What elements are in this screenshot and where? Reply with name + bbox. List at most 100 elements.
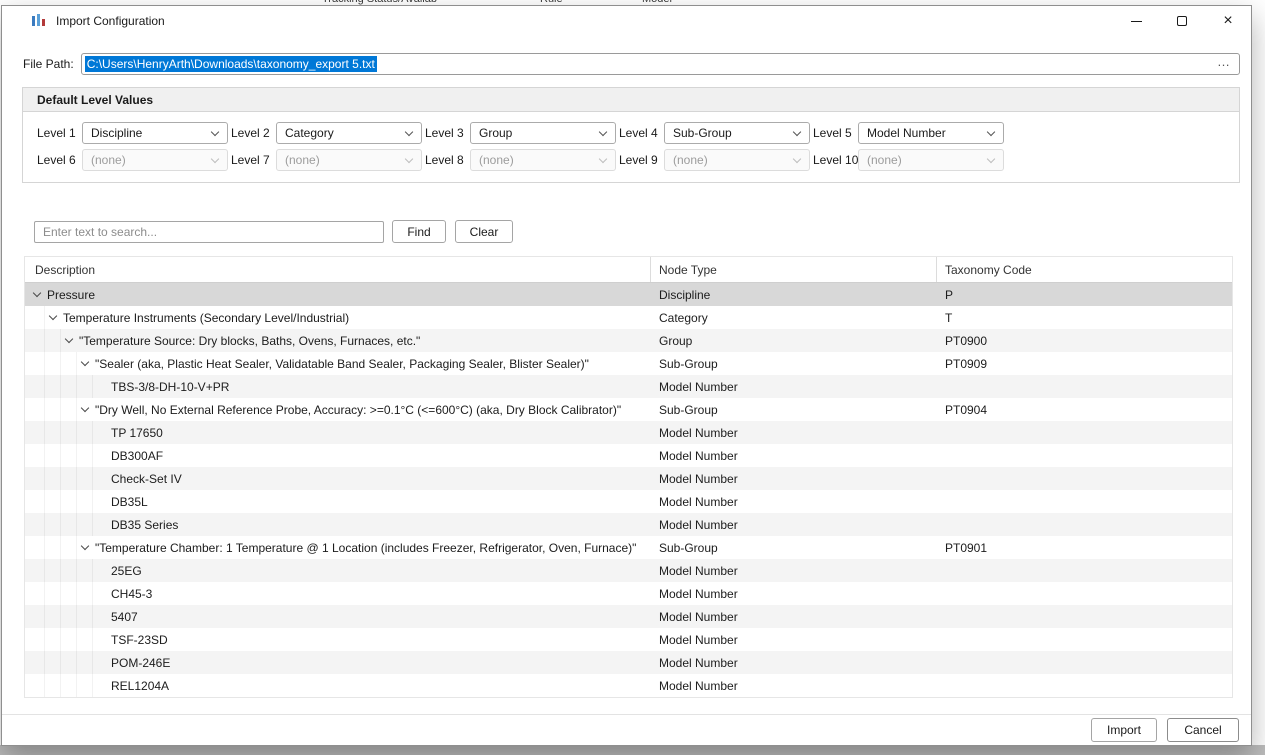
chevron-expand-icon[interactable] bbox=[77, 352, 93, 375]
chevron-expand-icon[interactable] bbox=[29, 283, 45, 306]
chevron-expand-icon[interactable] bbox=[45, 306, 61, 329]
tree-row[interactable]: "Temperature Chamber: 1 Temperature @ 1 … bbox=[25, 536, 1232, 559]
clear-button[interactable]: Clear bbox=[455, 220, 513, 243]
chevron-expand-icon bbox=[93, 582, 109, 605]
tree-indent-guide bbox=[77, 651, 93, 674]
tree-row[interactable]: Temperature Instruments (Secondary Level… bbox=[25, 306, 1232, 329]
tree-indent-guide bbox=[29, 536, 45, 559]
grid-body: Pressure Discipline P Temperature Instru… bbox=[25, 283, 1232, 697]
level-combo-level-7: (none) bbox=[276, 149, 422, 171]
level-field: Level 10 (none) bbox=[813, 149, 1007, 171]
tree-row[interactable]: DB300AF Model Number bbox=[25, 444, 1232, 467]
level-combo-level-3[interactable]: Group bbox=[470, 122, 616, 144]
description-text: Temperature Instruments (Secondary Level… bbox=[61, 311, 349, 325]
tree-row[interactable]: "Sealer (aka, Plastic Heat Sealer, Valid… bbox=[25, 352, 1232, 375]
level-combo-value: (none) bbox=[285, 153, 320, 167]
tree-row[interactable]: REL1204A Model Number bbox=[25, 674, 1232, 697]
tree-row[interactable]: TP 17650 Model Number bbox=[25, 421, 1232, 444]
cell-description: Pressure bbox=[25, 283, 651, 306]
tree-row[interactable]: DB35L Model Number bbox=[25, 490, 1232, 513]
tree-indent-guide bbox=[45, 398, 61, 421]
tree-row[interactable]: TSF-23SD Model Number bbox=[25, 628, 1232, 651]
tree-indent-guide bbox=[29, 444, 45, 467]
column-header-taxonomy-code[interactable]: Taxonomy Code bbox=[937, 257, 1232, 282]
background-desktop-bottom-edge bbox=[0, 745, 1265, 755]
level-label: Level 5 bbox=[813, 126, 858, 140]
tree-indent-guide bbox=[45, 651, 61, 674]
level-field: Level 4 Sub-Group bbox=[619, 122, 813, 144]
description-text: REL1204A bbox=[109, 679, 169, 693]
chevron-down-icon bbox=[211, 128, 219, 136]
minimize-button[interactable] bbox=[1113, 6, 1159, 36]
column-header-description[interactable]: Description bbox=[25, 257, 651, 282]
maximize-button[interactable] bbox=[1159, 6, 1205, 36]
browse-ellipsis-icon[interactable]: … bbox=[1217, 54, 1230, 69]
tree-indent-guide bbox=[29, 582, 45, 605]
tree-row[interactable]: "Dry Well, No External Reference Probe, … bbox=[25, 398, 1232, 421]
tree-row[interactable]: 5407 Model Number bbox=[25, 605, 1232, 628]
find-button[interactable]: Find bbox=[392, 220, 446, 243]
chevron-down-icon bbox=[211, 155, 219, 163]
tree-indent-guide bbox=[61, 513, 77, 536]
column-header-node-type[interactable]: Node Type bbox=[651, 257, 937, 282]
tree-row[interactable]: "Temperature Source: Dry blocks, Baths, … bbox=[25, 329, 1232, 352]
tree-indent-guide bbox=[29, 329, 45, 352]
import-button[interactable]: Import bbox=[1091, 718, 1157, 742]
level-combo-value: (none) bbox=[673, 153, 708, 167]
search-input[interactable] bbox=[34, 221, 384, 243]
tree-row[interactable]: Check-Set IV Model Number bbox=[25, 467, 1232, 490]
level-combo-level-1[interactable]: Discipline bbox=[82, 122, 228, 144]
tree-indent-guide bbox=[61, 398, 77, 421]
window-controls: × bbox=[1113, 6, 1251, 36]
tree-indent-guide bbox=[77, 490, 93, 513]
level-label: Level 6 bbox=[37, 153, 82, 167]
tree-row[interactable]: POM-246E Model Number bbox=[25, 651, 1232, 674]
cell-description: "Sealer (aka, Plastic Heat Sealer, Valid… bbox=[25, 352, 651, 375]
level-label: Level 8 bbox=[425, 153, 470, 167]
cancel-button[interactable]: Cancel bbox=[1167, 718, 1239, 742]
tree-indent-guide bbox=[29, 559, 45, 582]
cell-node-type: Model Number bbox=[651, 495, 937, 509]
file-path-input[interactable]: C:\Users\HenryArth\Downloads\taxonomy_ex… bbox=[81, 53, 1240, 75]
tree-indent-guide bbox=[45, 605, 61, 628]
chevron-down-icon bbox=[987, 128, 995, 136]
level-label: Level 7 bbox=[231, 153, 276, 167]
titlebar[interactable]: Import Configuration × bbox=[2, 6, 1251, 36]
chevron-expand-icon[interactable] bbox=[61, 329, 77, 352]
tree-indent-guide bbox=[61, 421, 77, 444]
cell-node-type: Model Number bbox=[651, 656, 937, 670]
close-button[interactable]: × bbox=[1205, 6, 1251, 36]
chevron-down-icon bbox=[793, 155, 801, 163]
chevron-expand-icon[interactable] bbox=[77, 398, 93, 421]
tree-indent-guide bbox=[77, 559, 93, 582]
tree-indent-guide bbox=[45, 582, 61, 605]
chevron-expand-icon bbox=[93, 490, 109, 513]
chevron-expand-icon bbox=[93, 467, 109, 490]
chevron-expand-icon[interactable] bbox=[77, 536, 93, 559]
cell-node-type: Category bbox=[651, 311, 937, 325]
chevron-expand-icon bbox=[93, 651, 109, 674]
cell-node-type: Model Number bbox=[651, 449, 937, 463]
tree-row[interactable]: 25EG Model Number bbox=[25, 559, 1232, 582]
cell-node-type: Model Number bbox=[651, 380, 937, 394]
level-field: Level 3 Group bbox=[425, 122, 619, 144]
tree-row[interactable]: Pressure Discipline P bbox=[25, 283, 1232, 306]
level-combo-level-2[interactable]: Category bbox=[276, 122, 422, 144]
tree-row[interactable]: TBS-3/8-DH-10-V+PR Model Number bbox=[25, 375, 1232, 398]
tree-row[interactable]: DB35 Series Model Number bbox=[25, 513, 1232, 536]
description-text: "Temperature Chamber: 1 Temperature @ 1 … bbox=[93, 541, 636, 555]
cell-taxonomy-code: PT0901 bbox=[937, 541, 1232, 555]
level-field: Level 1 Discipline bbox=[37, 122, 231, 144]
level-combo-level-4[interactable]: Sub-Group bbox=[664, 122, 810, 144]
level-label: Level 10 bbox=[813, 153, 858, 167]
level-combo-level-5[interactable]: Model Number bbox=[858, 122, 1004, 144]
level-combo-value: (none) bbox=[867, 153, 902, 167]
cell-description: "Dry Well, No External Reference Probe, … bbox=[25, 398, 651, 421]
description-text: DB35 Series bbox=[109, 518, 178, 532]
tree-indent-guide bbox=[61, 467, 77, 490]
level-combo-value: Model Number bbox=[867, 126, 946, 140]
tree-indent-guide bbox=[45, 674, 61, 697]
tree-row[interactable]: CH45-3 Model Number bbox=[25, 582, 1232, 605]
tree-indent-guide bbox=[61, 444, 77, 467]
tree-indent-guide bbox=[29, 467, 45, 490]
